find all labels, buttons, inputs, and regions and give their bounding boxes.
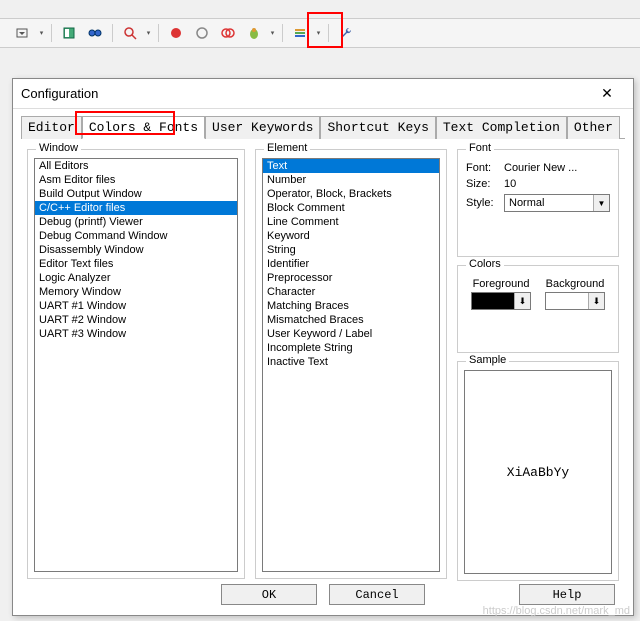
tab-colors-fonts[interactable]: Colors & Fonts	[82, 116, 205, 139]
list-item[interactable]: Text	[263, 159, 439, 173]
window-listbox[interactable]: All EditorsAsm Editor filesBuild Output …	[34, 158, 238, 572]
overlap-circles-icon[interactable]	[217, 22, 239, 44]
caret-icon[interactable]: ▾	[38, 22, 45, 44]
list-item[interactable]: User Keyword / Label	[263, 327, 439, 341]
separator	[158, 24, 159, 42]
font-label: Font:	[466, 162, 504, 174]
caret-icon[interactable]: ▾	[269, 22, 276, 44]
style-value: Normal	[505, 197, 593, 209]
dropdown-icon[interactable]	[12, 22, 34, 44]
element-group: Element TextNumberOperator, Block, Brack…	[255, 149, 447, 579]
foreground-label: Foreground	[471, 278, 531, 290]
record-red-icon[interactable]	[165, 22, 187, 44]
find-binoculars-icon[interactable]	[84, 22, 106, 44]
tab-other[interactable]: Other	[567, 116, 620, 139]
main-toolbar: ▾ ▾ ▾ ▾	[0, 18, 640, 48]
separator	[112, 24, 113, 42]
list-item[interactable]: Identifier	[263, 257, 439, 271]
wrench-icon[interactable]	[335, 22, 357, 44]
sample-box: XiAaBbYy	[464, 370, 612, 574]
tab-editor[interactable]: Editor	[21, 116, 82, 139]
configuration-dialog: Configuration ✕ Editor Colors & Fonts Us…	[12, 78, 634, 616]
chevron-down-icon: ⬇	[588, 293, 604, 309]
button-row: OK Cancel Help	[13, 580, 633, 609]
list-item[interactable]: Character	[263, 285, 439, 299]
separator	[51, 24, 52, 42]
style-select[interactable]: Normal ▼	[504, 194, 610, 212]
list-item[interactable]: Preprocessor	[263, 271, 439, 285]
list-item[interactable]: Debug Command Window	[35, 229, 237, 243]
bug-color-icon[interactable]	[243, 22, 265, 44]
caret-icon[interactable]: ▾	[315, 22, 322, 44]
dialog-title: Configuration	[21, 86, 589, 101]
list-item[interactable]: Operator, Block, Brackets	[263, 187, 439, 201]
list-item[interactable]: Inactive Text	[263, 355, 439, 369]
list-item[interactable]: All Editors	[35, 159, 237, 173]
list-item[interactable]: UART #1 Window	[35, 299, 237, 313]
separator	[328, 24, 329, 42]
chevron-down-icon: ▼	[593, 195, 609, 211]
list-item[interactable]: Asm Editor files	[35, 173, 237, 187]
tab-shortcut-keys[interactable]: Shortcut Keys	[320, 116, 435, 139]
tabbar: Editor Colors & Fonts User Keywords Shor…	[21, 115, 625, 139]
foreground-swatch	[472, 293, 514, 309]
list-item[interactable]: Debug (printf) Viewer	[35, 215, 237, 229]
group-label: Font	[466, 142, 494, 154]
titlebar: Configuration ✕	[13, 79, 633, 109]
group-label: Element	[264, 142, 310, 154]
background-swatch	[546, 293, 588, 309]
list-item[interactable]: Incomplete String	[263, 341, 439, 355]
window-group: Window All EditorsAsm Editor filesBuild …	[27, 149, 245, 579]
list-view-icon[interactable]	[289, 22, 311, 44]
list-item[interactable]: UART #3 Window	[35, 327, 237, 341]
font-value[interactable]: Courier New ...	[504, 162, 610, 174]
cancel-button[interactable]: Cancel	[329, 584, 425, 605]
group-label: Sample	[466, 354, 509, 366]
size-value[interactable]: 10	[504, 178, 610, 190]
background-picker[interactable]: ⬇	[545, 292, 605, 310]
zoom-icon[interactable]	[119, 22, 141, 44]
caret-icon[interactable]: ▾	[145, 22, 152, 44]
list-item[interactable]: Logic Analyzer	[35, 271, 237, 285]
list-item[interactable]: Matching Braces	[263, 299, 439, 313]
list-item[interactable]: Build Output Window	[35, 187, 237, 201]
size-label: Size:	[466, 178, 504, 190]
font-group: Font Font: Courier New ... Size: 10 Styl…	[457, 149, 619, 257]
separator	[282, 24, 283, 42]
list-item[interactable]: Mismatched Braces	[263, 313, 439, 327]
chevron-down-icon: ⬇	[514, 293, 530, 309]
list-item[interactable]: UART #2 Window	[35, 313, 237, 327]
sample-text: XiAaBbYy	[507, 465, 569, 480]
colors-group: Colors Foreground ⬇ Background ⬇	[457, 265, 619, 353]
list-item[interactable]: Disassembly Window	[35, 243, 237, 257]
list-item[interactable]: String	[263, 243, 439, 257]
group-label: Colors	[466, 258, 504, 270]
group-label: Window	[36, 142, 81, 154]
list-item[interactable]: Memory Window	[35, 285, 237, 299]
right-column: Font Font: Courier New ... Size: 10 Styl…	[457, 149, 619, 581]
element-listbox[interactable]: TextNumberOperator, Block, BracketsBlock…	[262, 158, 440, 572]
book-icon[interactable]	[58, 22, 80, 44]
tab-text-completion[interactable]: Text Completion	[436, 116, 567, 139]
list-item[interactable]: Editor Text files	[35, 257, 237, 271]
record-outline-icon[interactable]	[191, 22, 213, 44]
list-item[interactable]: Line Comment	[263, 215, 439, 229]
list-item[interactable]: Number	[263, 173, 439, 187]
background-label: Background	[545, 278, 605, 290]
foreground-picker[interactable]: ⬇	[471, 292, 531, 310]
tab-user-keywords[interactable]: User Keywords	[205, 116, 320, 139]
help-button[interactable]: Help	[519, 584, 615, 605]
list-item[interactable]: Keyword	[263, 229, 439, 243]
sample-group: Sample XiAaBbYy	[457, 361, 619, 581]
style-label: Style:	[466, 197, 504, 209]
close-button[interactable]: ✕	[589, 82, 625, 106]
list-item[interactable]: C/C++ Editor files	[35, 201, 237, 215]
list-item[interactable]: Block Comment	[263, 201, 439, 215]
dialog-content: Window All EditorsAsm Editor filesBuild …	[13, 139, 633, 589]
ok-button[interactable]: OK	[221, 584, 317, 605]
